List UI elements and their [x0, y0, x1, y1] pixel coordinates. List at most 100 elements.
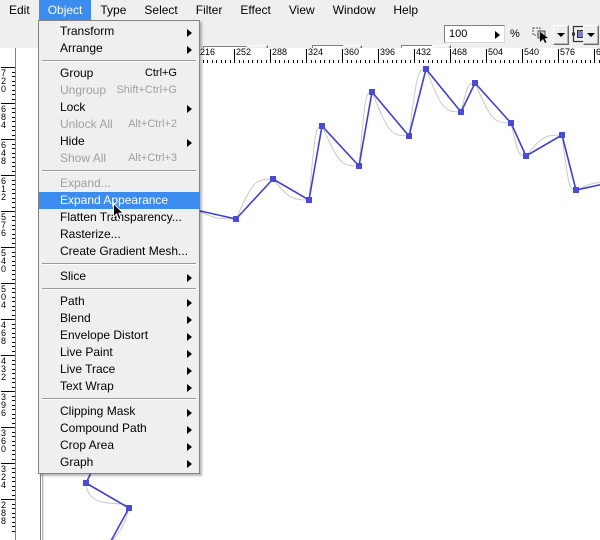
anchor-points[interactable]: [193, 66, 600, 246]
ghost-curve-fragment: [85, 482, 130, 540]
menubar-item-edit[interactable]: Edit: [0, 0, 39, 20]
ruler-tick-minor: [12, 224, 15, 226]
menu-item-group[interactable]: Group Ctrl+G: [39, 65, 199, 82]
menubar-item-effect[interactable]: Effect: [231, 0, 279, 20]
submenu-arrow-icon: [187, 443, 192, 451]
menubar-item-help[interactable]: Help: [384, 0, 427, 20]
anchor-point[interactable]: [369, 89, 375, 95]
anchor-point[interactable]: [270, 176, 276, 182]
menu-item-graph[interactable]: Graph: [39, 454, 199, 471]
menu-item-hide[interactable]: Hide: [39, 133, 199, 150]
ruler-tick-minor: [12, 251, 15, 253]
anchor-point[interactable]: [559, 132, 565, 138]
ruler-tick-minor: [12, 116, 15, 118]
ruler-label: 540: [1, 248, 7, 274]
submenu-arrow-icon: [187, 384, 192, 392]
menubar-item-filter[interactable]: Filter: [187, 0, 232, 20]
menu-item-arrange[interactable]: Arrange: [39, 40, 199, 57]
menu-item-flatten-transparency[interactable]: Flatten Transparency...: [39, 209, 199, 226]
submenu-arrow-icon: [187, 316, 192, 324]
anchor-point[interactable]: [508, 120, 514, 126]
ruler-tick-minor: [12, 395, 15, 397]
triangle-right-icon[interactable]: [495, 31, 500, 39]
ruler-tick-minor: [12, 485, 15, 487]
menu-item-live-trace[interactable]: Live Trace: [39, 361, 199, 378]
ruler-label: 540: [524, 48, 540, 57]
opacity-input[interactable]: 100: [444, 25, 505, 43]
menu-item-label: Live Paint: [60, 345, 113, 359]
menu-item-label: Show All: [60, 151, 107, 165]
submenu-arrow-icon: [187, 350, 192, 358]
menu-item-compound-path[interactable]: Compound Path: [39, 420, 199, 437]
anchor-point[interactable]: [83, 480, 89, 486]
ruler-tick-minor: [12, 125, 15, 127]
menubar-item-view[interactable]: View: [280, 0, 324, 20]
menu-item-expand-appearance[interactable]: Expand Appearance: [39, 192, 199, 209]
vertical-ruler[interactable]: 720 684 648 612 576 540 504 468 432 396 360 324 288: [0, 48, 16, 540]
ruler-label: 360: [1, 428, 7, 454]
ruler-tick-minor: [12, 346, 15, 347]
ruler-tick-minor: [12, 409, 15, 410]
menu-item-crop-area[interactable]: Crop Area: [39, 437, 199, 454]
ruler-label: 324: [1, 464, 7, 490]
anchor-point[interactable]: [573, 187, 579, 193]
align-dropdown-button[interactable]: [583, 25, 599, 45]
menu-item-transform[interactable]: Transform: [39, 23, 199, 40]
ruler-tick-minor: [12, 328, 15, 329]
ruler-tick-minor: [12, 359, 15, 361]
ruler-label: 216: [200, 48, 216, 57]
anchor-point[interactable]: [458, 109, 464, 115]
menu-item-create-gradient-mesh[interactable]: Create Gradient Mesh...: [39, 243, 199, 260]
ruler-label: 252: [236, 48, 252, 57]
select-similar-dropdown-button[interactable]: [553, 25, 569, 45]
menubar-item-type[interactable]: Type: [91, 0, 135, 20]
fragment-polyline[interactable]: [84, 468, 131, 540]
menu-item-text-wrap[interactable]: Text Wrap: [39, 378, 199, 395]
ruler-label: 360: [344, 48, 360, 57]
menu-item-clipping-mask[interactable]: Clipping Mask: [39, 403, 199, 420]
menubar-item-select[interactable]: Select: [135, 0, 186, 20]
select-similar-icon[interactable]: [531, 24, 551, 44]
anchor-point[interactable]: [356, 163, 362, 169]
ruler-tick-minor: [12, 490, 15, 491]
menu-item-label: Transform: [60, 24, 115, 38]
ruler-tick-minor: [12, 440, 15, 442]
original-path-ghost: [195, 68, 600, 220]
chevron-down-icon: [557, 33, 565, 37]
secondary-path-fragment[interactable]: [83, 468, 132, 540]
menu-item-live-paint[interactable]: Live Paint: [39, 344, 199, 361]
menubar-item-object[interactable]: Object: [38, 0, 92, 20]
menu-item-path[interactable]: Path: [39, 293, 199, 310]
menu-item-slice[interactable]: Slice: [39, 268, 199, 285]
anchor-point[interactable]: [406, 133, 412, 139]
ruler-tick-minor: [12, 382, 15, 383]
ruler-label: 612: [1, 176, 7, 202]
anchor-point[interactable]: [472, 80, 478, 86]
menu-item-envelope-distort[interactable]: Envelope Distort: [39, 327, 199, 344]
anchor-point[interactable]: [306, 197, 312, 203]
ruler-label: 576: [1, 212, 7, 238]
menu-item-label: Arrange: [60, 41, 103, 55]
anchor-point[interactable]: [319, 123, 325, 129]
anchor-point[interactable]: [523, 153, 529, 159]
ruler-tick-minor: [12, 197, 15, 199]
anchor-point[interactable]: [423, 66, 429, 72]
menu-item-rasterize[interactable]: Rasterize...: [39, 226, 199, 243]
anchor-point[interactable]: [233, 216, 239, 222]
submenu-arrow-icon: [187, 46, 192, 54]
ruler-tick-minor: [12, 152, 15, 154]
menu-item-label: Blend: [60, 311, 91, 325]
zigzag-polyline[interactable]: [195, 67, 600, 243]
object-menu-dropdown[interactable]: Transform Arrange Group Ctrl+G Ungroup Shift+…: [38, 20, 200, 474]
menubar-item-window[interactable]: Window: [324, 0, 385, 20]
menu-separator: [42, 170, 196, 172]
ruler-tick-minor: [12, 386, 15, 388]
menu-item-blend[interactable]: Blend: [39, 310, 199, 327]
ruler-tick-minor: [12, 89, 15, 91]
selected-zigzag-path[interactable]: [191, 67, 600, 243]
ruler-tick-minor: [12, 134, 15, 136]
anchor-point[interactable]: [126, 505, 132, 511]
ruler-label: 612: [594, 48, 600, 57]
ruler-tick-minor: [12, 215, 15, 217]
menu-item-lock[interactable]: Lock: [39, 99, 199, 116]
